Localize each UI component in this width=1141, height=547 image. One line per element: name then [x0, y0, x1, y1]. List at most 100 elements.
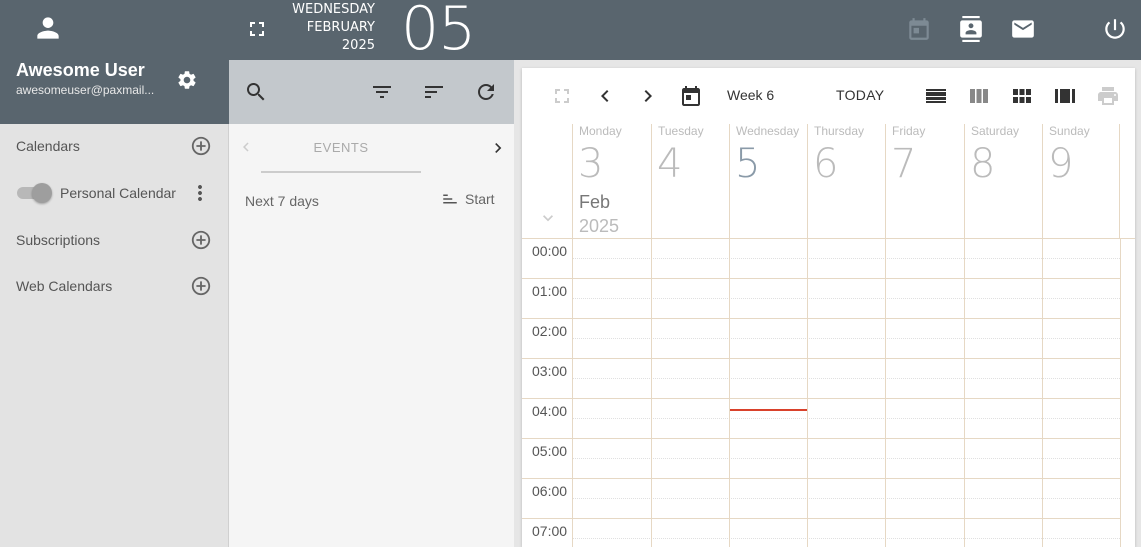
sidebar-item-calendars[interactable]: Calendars — [16, 134, 212, 158]
hour-label: 07:00 — [532, 523, 568, 539]
sidebar-item-label: Personal Calendar — [60, 185, 176, 201]
fullscreen-icon[interactable] — [245, 17, 269, 41]
settings-gear-icon[interactable] — [176, 69, 198, 91]
sort-label: Start — [465, 191, 495, 207]
day-number: 7 — [891, 141, 917, 187]
column-divider — [807, 239, 808, 547]
day-number: 3 — [578, 141, 604, 187]
user-panel: Awesome User awesomeuser@paxmail... — [0, 0, 229, 124]
sidebar-item-subscriptions[interactable]: Subscriptions — [16, 228, 212, 252]
day-name: Wednesday — [736, 124, 800, 138]
day-name: Sunday — [1049, 124, 1090, 138]
date-display: WEDNESDAY FEBRUARY 2025 — [287, 1, 375, 55]
date-picker-icon[interactable] — [679, 84, 703, 108]
day-number: 4 — [657, 141, 683, 187]
current-time-indicator — [730, 409, 807, 411]
day-header-tuesday[interactable]: Tuesday 4 — [651, 124, 729, 238]
user-name: Awesome User — [16, 60, 145, 80]
hour-label: 06:00 — [532, 483, 568, 499]
hour-label: 05:00 — [532, 443, 568, 459]
day-name: Tuesday — [658, 124, 704, 138]
day-header-monday[interactable]: Monday 3 Feb 2025 — [572, 124, 651, 238]
calendar-visibility-toggle[interactable] — [16, 183, 52, 203]
tab-events[interactable]: EVENTS — [261, 140, 421, 155]
contacts-icon[interactable] — [958, 16, 984, 42]
sort-lines-icon — [443, 194, 457, 204]
tab-indicator — [261, 171, 421, 173]
add-web-calendar-icon[interactable] — [190, 275, 212, 297]
hour-row[interactable]: 07:00 — [522, 519, 1120, 547]
day-number: 8 — [970, 141, 996, 187]
avatar-icon[interactable] — [32, 12, 64, 44]
calendar-card: Week 6 TODAY Monday 3 Feb 2025 Tuesday 4… — [522, 68, 1135, 547]
user-email: awesomeuser@paxmail... — [16, 83, 155, 97]
week-view-icon[interactable] — [967, 84, 991, 108]
weekday-label: WEDNESDAY — [292, 2, 375, 17]
chevron-right-icon[interactable] — [488, 138, 508, 158]
chevron-left-icon[interactable] — [237, 138, 255, 156]
week-label[interactable]: Week 6 — [727, 87, 774, 103]
calendar-area: Week 6 TODAY Monday 3 Feb 2025 Tuesday 4… — [514, 60, 1141, 547]
day-header-friday[interactable]: Friday 7 — [885, 124, 964, 238]
column-divider — [651, 239, 652, 547]
next-week-icon[interactable] — [636, 84, 660, 108]
sidebar: Calendars Personal Calendar Subscription… — [0, 124, 229, 547]
calendar-app-icon[interactable] — [906, 16, 932, 42]
hour-label: 04:00 — [532, 403, 568, 419]
refresh-icon[interactable] — [474, 80, 498, 104]
filter-icon[interactable] — [370, 80, 394, 104]
day-header-wednesday[interactable]: Wednesday 5 — [729, 124, 807, 238]
sidebar-item-personal-calendar[interactable]: Personal Calendar — [16, 181, 228, 205]
hour-row[interactable]: 02:00 — [522, 319, 1120, 359]
hour-row[interactable]: 03:00 — [522, 359, 1120, 399]
sidebar-item-label: Web Calendars — [16, 278, 113, 294]
search-icon[interactable] — [244, 80, 268, 104]
month-view-icon[interactable] — [1010, 84, 1034, 108]
list-view-icon[interactable] — [1053, 84, 1077, 108]
more-options-icon[interactable] — [188, 181, 212, 205]
day-header-saturday[interactable]: Saturday 8 — [964, 124, 1042, 238]
year-label: 2025 — [579, 216, 620, 236]
top-header: WEDNESDAY FEBRUARY 2025 05 — [229, 0, 1141, 64]
year-label: 2025 — [341, 38, 375, 53]
hour-label: 03:00 — [532, 363, 568, 379]
power-icon[interactable] — [1102, 16, 1128, 42]
mail-icon[interactable] — [1010, 16, 1036, 42]
day-header-thursday[interactable]: Thursday 6 — [807, 124, 885, 238]
day-name: Saturday — [971, 124, 1020, 138]
column-divider — [1120, 239, 1121, 547]
events-toolbar — [229, 60, 514, 124]
day-header-sunday[interactable]: Sunday 9 — [1042, 124, 1120, 238]
month-short: Feb — [579, 192, 611, 212]
hour-row[interactable]: 01:00 — [522, 279, 1120, 319]
column-divider — [729, 239, 730, 547]
time-grid[interactable]: 00:00 01:00 02:00 03:00 04:00 05:00 06:0… — [522, 238, 1135, 547]
column-divider — [885, 239, 886, 547]
day-name: Friday — [892, 124, 926, 138]
today-button[interactable]: TODAY — [836, 87, 884, 103]
hour-label: 00:00 — [532, 243, 568, 259]
sidebar-item-label: Calendars — [16, 138, 80, 154]
day-number: 5 — [735, 141, 761, 187]
hour-row[interactable]: 05:00 — [522, 439, 1120, 479]
range-label[interactable]: Next 7 days — [245, 193, 319, 209]
previous-week-icon[interactable] — [593, 84, 617, 108]
hour-row[interactable]: 00:00 — [522, 239, 1120, 279]
hour-label: 01:00 — [532, 283, 568, 299]
sort-icon[interactable] — [422, 80, 446, 104]
add-calendar-icon[interactable] — [190, 135, 212, 157]
sidebar-item-label: Subscriptions — [16, 232, 101, 248]
sidebar-item-web-calendars[interactable]: Web Calendars — [16, 274, 212, 298]
calendar-toolbar: Week 6 TODAY — [522, 68, 1135, 124]
day-name: Thursday — [814, 124, 865, 138]
add-subscription-icon[interactable] — [190, 229, 212, 251]
day-view-icon[interactable] — [924, 84, 948, 108]
hour-label: 02:00 — [532, 323, 568, 339]
month-label: FEBRUARY — [306, 20, 375, 35]
hour-row[interactable]: 04:00 — [522, 399, 1120, 439]
hour-row[interactable]: 06:00 — [522, 479, 1120, 519]
sort-by-start-button[interactable]: Start — [441, 190, 495, 208]
chevron-down-icon[interactable] — [538, 208, 558, 228]
print-icon[interactable] — [1096, 84, 1120, 108]
expand-icon[interactable] — [550, 84, 574, 108]
